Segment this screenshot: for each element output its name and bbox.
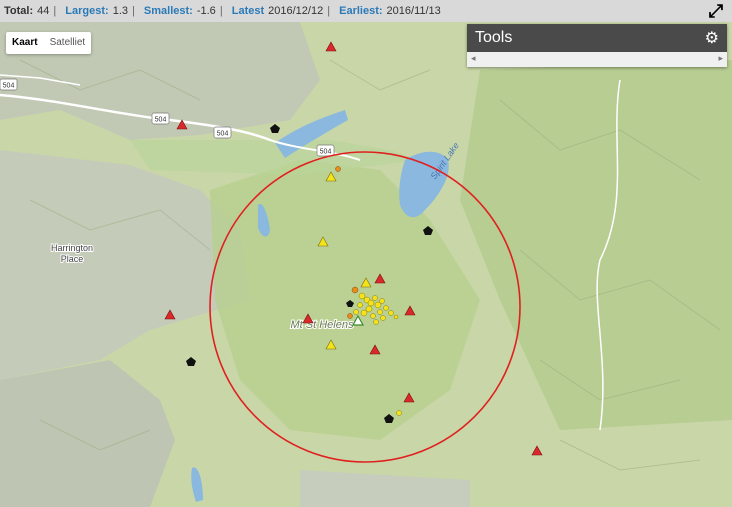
route-shield: 504: [0, 78, 18, 91]
largest-value: 1.3: [112, 5, 128, 17]
earthquake-dot[interactable]: [358, 292, 366, 300]
earthquake-dot[interactable]: [388, 310, 394, 316]
svg-text:504: 504: [217, 131, 229, 138]
total-value: 44: [37, 5, 50, 17]
terrain-map[interactable]: 504 504 504 504 Harrington Place Mt St H…: [0, 22, 732, 507]
tools-scrollbar[interactable]: ◂ ▸: [467, 52, 727, 67]
map-type-satelliet-button[interactable]: Satelliet: [44, 32, 92, 54]
earthquake-dot[interactable]: [379, 298, 385, 304]
svg-text:504: 504: [3, 83, 15, 90]
total-label: Total:: [4, 5, 34, 17]
earthquake-dot-orange[interactable]: [347, 313, 353, 319]
earthquake-dot[interactable]: [383, 305, 389, 311]
tools-header[interactable]: Tools ⚙: [467, 24, 727, 52]
svg-text:504: 504: [155, 117, 167, 124]
smallest-value: -1.6: [196, 5, 216, 17]
earthquake-dot[interactable]: [353, 309, 359, 315]
place-label-harrington: Harrington: [51, 243, 93, 253]
map-type-kaart-button[interactable]: Kaart: [6, 32, 44, 54]
map-canvas[interactable]: 504 504 504 504 Harrington Place Mt St H…: [0, 22, 732, 507]
earthquake-dot[interactable]: [360, 309, 368, 317]
route-shield: 504: [316, 144, 335, 157]
earliest-label: Earliest:: [339, 5, 383, 17]
stats-bar: Total: 44 | Largest: 1.3 | Smallest: -1.6 | La…: [0, 0, 732, 22]
earthquake-dot[interactable]: [357, 302, 363, 308]
earthquake-dot-orange[interactable]: [351, 286, 359, 294]
latest-value: 2016/12/12: [268, 5, 324, 17]
gear-icon[interactable]: ⚙: [705, 28, 719, 48]
volcano-label: Mt St Helens: [291, 319, 354, 331]
earthquake-dot[interactable]: [365, 305, 373, 313]
earthquake-dot[interactable]: [396, 410, 402, 416]
latest-label: Latest: [231, 5, 265, 17]
map-type-control: Kaart Satelliet: [6, 32, 92, 54]
tools-panel: Tools ⚙ ◂ ▸: [467, 24, 727, 67]
earthquake-dot[interactable]: [393, 314, 399, 320]
earthquake-dot[interactable]: [367, 299, 375, 307]
earthquake-dot[interactable]: [377, 309, 383, 315]
largest-label: Largest:: [65, 5, 109, 17]
route-shield: 504: [151, 112, 170, 125]
earthquake-dot[interactable]: [370, 313, 376, 319]
expand-icon[interactable]: ⤢: [706, 1, 726, 21]
earthquake-dot[interactable]: [380, 315, 386, 321]
tools-title: Tools: [475, 29, 513, 46]
place-label-place: Place: [61, 254, 84, 264]
scroll-left-icon[interactable]: ◂: [471, 53, 476, 64]
smallest-label: Smallest:: [143, 5, 193, 17]
earliest-value: 2016/11/13: [386, 5, 441, 17]
scroll-right-icon[interactable]: ▸: [718, 53, 723, 64]
route-shield: 504: [213, 126, 232, 139]
svg-text:504: 504: [320, 149, 332, 156]
earthquake-dot[interactable]: [372, 295, 378, 301]
earthquake-dot-orange[interactable]: [335, 166, 341, 172]
earthquake-dot[interactable]: [373, 319, 379, 325]
